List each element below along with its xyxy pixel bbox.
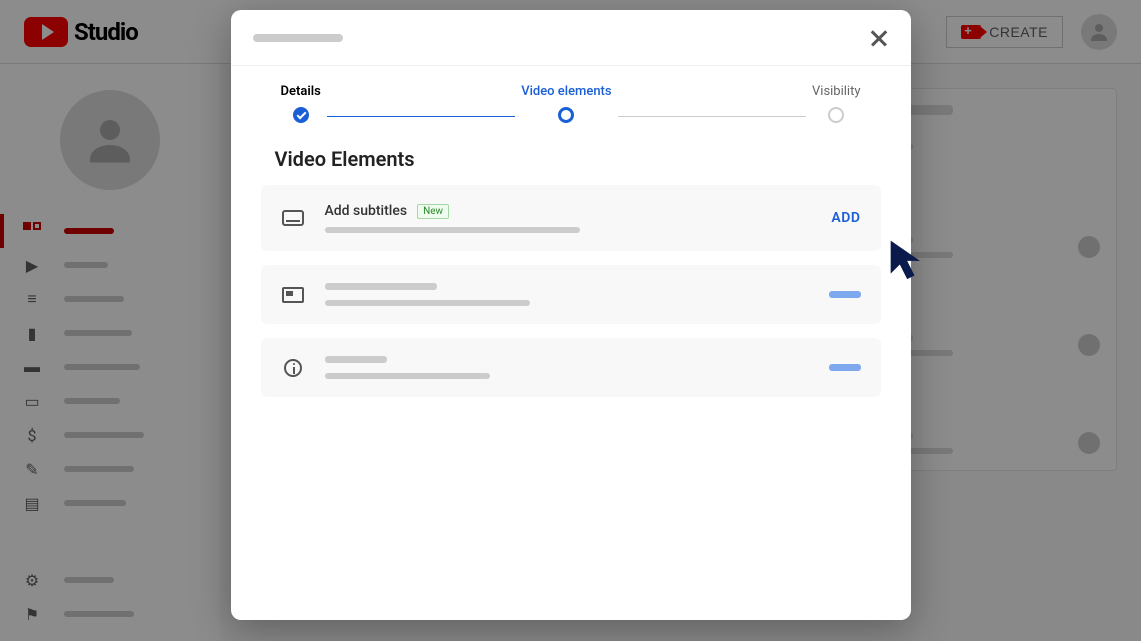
modal-title-placeholder	[253, 34, 343, 42]
step-current-icon	[558, 107, 574, 123]
end-screen-icon	[281, 286, 305, 304]
upload-stepper: Details Video elements Visibility	[231, 66, 911, 133]
close-icon[interactable]	[869, 28, 889, 48]
modal-overlay: Details Video elements Visibility Video …	[0, 0, 1141, 641]
element-card-subtitles: Add subtitles New ADD	[261, 185, 881, 251]
new-badge: New	[417, 204, 449, 219]
element-card-cards	[261, 338, 881, 397]
subtitles-icon	[281, 209, 305, 227]
add-cards-button[interactable]	[829, 364, 861, 371]
section-title: Video Elements	[231, 133, 911, 185]
element-title: Add subtitles	[325, 203, 408, 219]
element-description-placeholder	[325, 373, 490, 379]
element-card-end-screen	[261, 265, 881, 324]
add-subtitles-button[interactable]: ADD	[831, 210, 860, 226]
element-description-placeholder	[325, 227, 580, 233]
step-visibility[interactable]: Visibility	[806, 84, 867, 123]
element-title-placeholder	[325, 283, 437, 290]
add-end-screen-button[interactable]	[829, 291, 861, 298]
step-video-elements[interactable]: Video elements	[515, 84, 617, 123]
element-title-placeholder	[325, 356, 387, 363]
modal-header	[231, 10, 911, 66]
step-complete-icon	[293, 107, 309, 123]
upload-flow-modal: Details Video elements Visibility Video …	[231, 10, 911, 620]
element-description-placeholder	[325, 300, 530, 306]
step-details[interactable]: Details	[275, 84, 327, 123]
step-pending-icon	[828, 107, 844, 123]
info-icon	[281, 359, 305, 377]
